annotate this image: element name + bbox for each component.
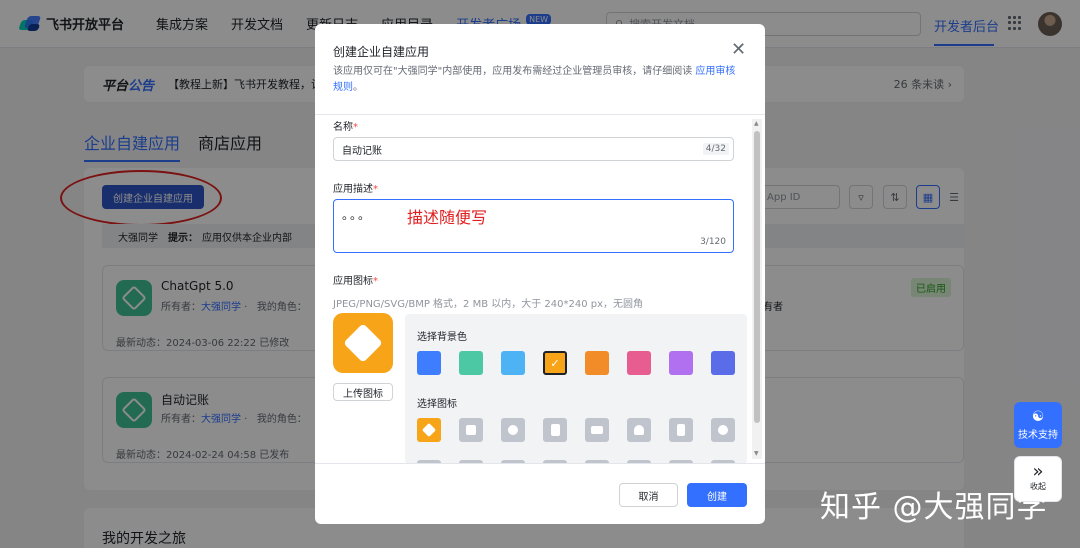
scroll-thumb[interactable] xyxy=(754,131,760,423)
document-icon[interactable] xyxy=(543,418,567,442)
scroll-down-icon[interactable]: ▼ xyxy=(754,451,760,457)
create-button[interactable]: 创建 xyxy=(687,483,747,507)
bg-color-swatch[interactable] xyxy=(711,351,735,375)
bg-color-swatch[interactable] xyxy=(459,351,483,375)
tech-support-label: 技术支持 xyxy=(1018,430,1058,441)
close-icon[interactable]: ✕ xyxy=(731,41,746,59)
tech-support-button[interactable]: ☯ 技术支持 xyxy=(1014,402,1062,448)
pie-chart-icon[interactable] xyxy=(711,418,735,442)
bg-color-swatch[interactable]: ✓ xyxy=(543,351,567,375)
modal-title: 创建企业自建应用 xyxy=(333,45,430,59)
modal-body: 名称* 自动记账 4/32 应用描述* 。。。 3/120 描述随便写 应用图标… xyxy=(315,115,765,463)
bg-color-label: 选择背景色 xyxy=(417,332,467,343)
icon-hint: JPEG/PNG/SVG/BMP 格式，2 MB 以内，大于 240*240 p… xyxy=(333,299,644,310)
bg-color-swatch[interactable] xyxy=(417,351,441,375)
app-icon-preview xyxy=(333,313,393,373)
modal-footer: 取消 创建 xyxy=(315,463,765,524)
upload-icon-button[interactable]: 上传图标 xyxy=(333,383,393,401)
zhihu-watermark: 知乎 @大强同学 xyxy=(820,490,1048,525)
description-value: 。。。 xyxy=(342,208,373,222)
app-description-field[interactable]: 。。。 3/120 xyxy=(333,199,734,253)
create-app-modal: 创建企业自建应用 ✕ 该应用仅可在"大强同学"内部使用，应用发布需经过企业管理员… xyxy=(315,24,765,524)
icon-select-label: 选择图标 xyxy=(417,399,457,410)
icon-label: 应用图标* xyxy=(333,276,378,287)
cube-icon[interactable] xyxy=(417,418,441,442)
description-char-counter: 3/120 xyxy=(700,237,726,247)
checkmark-icon: ✓ xyxy=(550,356,560,370)
modal-scrollbar[interactable]: ▲ ▼ xyxy=(752,119,762,459)
bookmark-icon[interactable] xyxy=(669,418,693,442)
bg-color-swatch[interactable] xyxy=(501,351,525,375)
name-char-counter: 4/32 xyxy=(702,143,729,155)
bell-icon[interactable] xyxy=(627,418,651,442)
headset-icon: ☯ xyxy=(1031,409,1045,425)
app-name-field[interactable]: 自动记账 4/32 xyxy=(333,137,734,161)
bg-color-swatch[interactable] xyxy=(669,351,693,375)
bg-color-swatch[interactable] xyxy=(627,351,651,375)
briefcase-icon[interactable] xyxy=(585,418,609,442)
icon-picker: 选择背景色 ✓ 选择图标 xyxy=(405,314,747,463)
double-chevron-icon: » xyxy=(1032,461,1044,482)
modal-description: 该应用仅可在"大强同学"内部使用，应用发布需经过企业管理员审核，请仔细阅读 应用… xyxy=(333,66,736,93)
description-label: 应用描述* xyxy=(333,184,378,195)
bg-color-swatch[interactable] xyxy=(585,351,609,375)
cancel-button[interactable]: 取消 xyxy=(619,483,678,507)
lightbulb-icon[interactable] xyxy=(501,418,525,442)
scroll-up-icon[interactable]: ▲ xyxy=(754,121,760,127)
app-name-value: 自动记账 xyxy=(342,145,382,157)
name-label: 名称* xyxy=(333,122,358,133)
handwritten-annotation: 描述随便写 xyxy=(407,208,488,227)
robot-icon[interactable] xyxy=(459,418,483,442)
